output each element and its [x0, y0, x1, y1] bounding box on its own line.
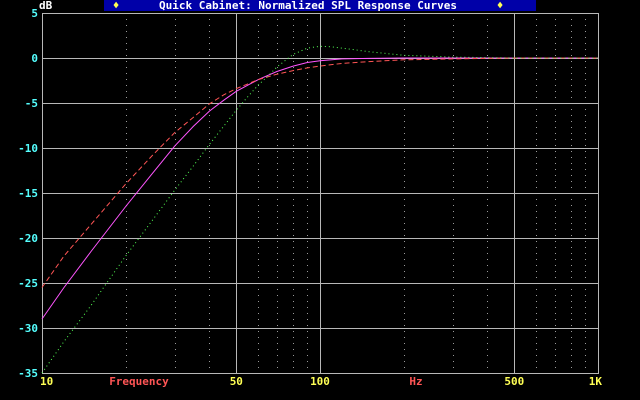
y-tick-label: -30	[18, 322, 38, 335]
x-tick-label: 10	[40, 375, 53, 388]
plot-grid	[42, 13, 599, 374]
title-diamond-right-icon: ♦	[497, 0, 504, 12]
y-tick-label: -5	[25, 97, 38, 110]
x-tick-label: 50	[230, 375, 243, 388]
y-tick-label: 5	[31, 7, 38, 20]
y-tick-label: -25	[18, 277, 38, 290]
x-axis-unit-label: Hz	[409, 375, 422, 388]
y-axis-label: dB	[39, 0, 53, 12]
title-diamond-left-icon: ♦	[113, 0, 120, 12]
x-tick-label: 500	[504, 375, 524, 388]
y-tick-label: -10	[18, 142, 38, 155]
y-tick-label: 0	[31, 52, 38, 65]
y-tick-label: -15	[18, 187, 38, 200]
y-tick-label: -20	[18, 232, 38, 245]
spl-chart: ♦ Quick Cabinet: Normalized SPL Response…	[18, 0, 603, 388]
x-tick-label: 1K	[589, 375, 603, 388]
y-tick-labels: 5 0 -5 -10 -15 -20 -25 -30 -35	[18, 7, 38, 380]
title-bar: ♦ Quick Cabinet: Normalized SPL Response…	[104, 0, 536, 12]
x-tick-label: 100	[310, 375, 330, 388]
chart-title: Quick Cabinet: Normalized SPL Response C…	[159, 0, 457, 12]
x-axis-label: Frequency	[109, 375, 169, 388]
y-tick-label: -35	[18, 367, 38, 380]
chart-screen: ♦ Quick Cabinet: Normalized SPL Response…	[0, 0, 640, 400]
